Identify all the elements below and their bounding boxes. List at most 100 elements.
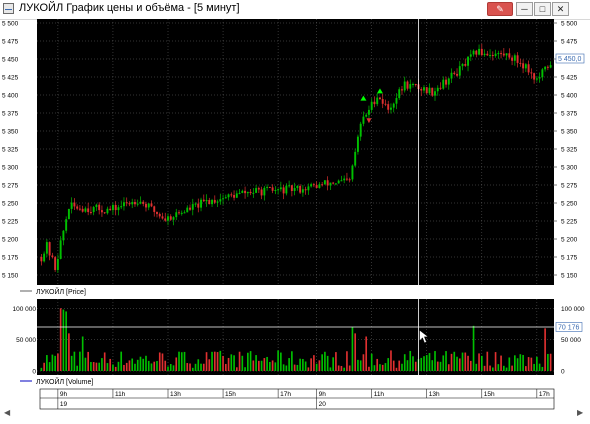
candle-body [312,184,315,186]
pin-button[interactable]: ✎ [487,2,513,16]
candle-body [238,192,241,194]
close-button[interactable]: ✕ [552,2,569,16]
candle-body [224,197,227,199]
candle-body [241,190,244,193]
candle-body [136,203,139,205]
maximize-button[interactable]: □ [534,2,551,16]
candle-body [103,212,106,214]
candle-body [252,192,255,194]
price-current-value: 5 450,0 [558,56,581,63]
candle-body [263,187,266,196]
candle-body [483,53,486,56]
time-hour-label: 11h [115,391,126,398]
candle-body [390,107,392,110]
scroll-right-arrow-icon[interactable]: ▶ [577,408,585,418]
candle-body [381,99,384,104]
window-titlebar: ЛУКОЙЛ График цены и объёма - [5 минут] … [0,0,590,20]
candle-body [48,242,51,256]
candle-body [40,257,43,262]
minimize-button[interactable]: ─ [516,2,533,16]
volume-tick-label-right: 100 000 [561,306,585,313]
candle-body [500,53,503,55]
candle-body [84,208,87,212]
candle-body [464,64,467,66]
candle-body [142,201,145,204]
candle-body [348,179,351,181]
candle-body [439,87,442,89]
candle-body [205,200,208,202]
price-tick-label-left: 5 200 [2,237,19,244]
candle-body [293,188,296,191]
candle-body [513,55,516,61]
candle-body [472,50,475,55]
candle-body [183,212,186,214]
price-tick-label-right: 5 375 [561,111,578,118]
candle-body [378,97,381,100]
minimize-icon: ─ [521,4,528,14]
candle-body [453,72,456,74]
time-hour-label: 15h [484,391,495,398]
price-tick-label-left: 5 225 [2,219,19,226]
candle-body [172,217,175,220]
candle-body [428,87,431,94]
candle-body [211,199,214,205]
candle-body [246,191,249,194]
price-tick-label-left: 5 275 [2,183,19,190]
price-tick-label-right: 5 200 [561,237,578,244]
close-icon: ✕ [556,4,565,14]
candle-body [227,194,230,198]
maximize-icon: □ [539,4,546,14]
candle-body [76,206,79,209]
candle-body [436,87,439,92]
candle-body [467,56,470,66]
volume-legend-label: ЛУКОЙЛ [Volume] [36,377,93,386]
candle-body [461,64,464,67]
candle-body [475,50,478,55]
candle-body [519,62,522,64]
candle-body [343,178,346,181]
candle-body [111,204,114,211]
candle-body [200,199,202,208]
candle-body [406,81,409,89]
candle-body [359,123,362,137]
candle-body [530,72,533,74]
pin-icon: ✎ [496,4,504,14]
time-hour-label: 11h [374,391,385,398]
chart-window-icon [3,3,14,14]
price-tick-label-right: 5 150 [561,273,578,280]
candle-body [156,211,158,214]
candle-body [167,216,169,221]
candle-body [120,206,123,208]
candle-body [535,78,538,80]
candle-body [469,54,472,57]
candle-body [445,79,447,85]
time-hour-label: 9h [319,391,327,398]
candle-body [412,84,414,86]
price-tick-label-left: 5 175 [2,255,19,262]
scroll-left-arrow-icon[interactable]: ◀ [4,408,12,418]
candle-body [431,87,434,96]
candle-body [109,208,112,211]
candle-body [274,190,277,192]
candle-body [524,64,527,69]
candle-body [62,230,65,241]
candle-body [235,193,238,198]
candle-body [216,201,219,203]
candle-body [106,208,109,214]
price-tick-label-right: 5 425 [561,75,578,82]
candle-body [70,202,73,209]
candle-body [92,207,95,213]
candle-body [516,55,519,63]
price-volume-chart[interactable]: 5 150 5 175 5 200 5 225 5 250 5 275 5 300 5 325… [0,19,590,424]
candle-body [340,180,343,182]
candle-body [387,104,390,110]
time-hour-label: 13h [429,391,440,398]
candle-body [122,202,125,207]
candle-body [208,200,211,205]
candle-body [150,203,153,207]
candle-body [255,188,258,193]
candle-body [114,204,117,211]
price-tick-label-right: 5 250 [561,201,578,208]
candle-body [489,55,492,57]
candle-body [502,53,505,56]
